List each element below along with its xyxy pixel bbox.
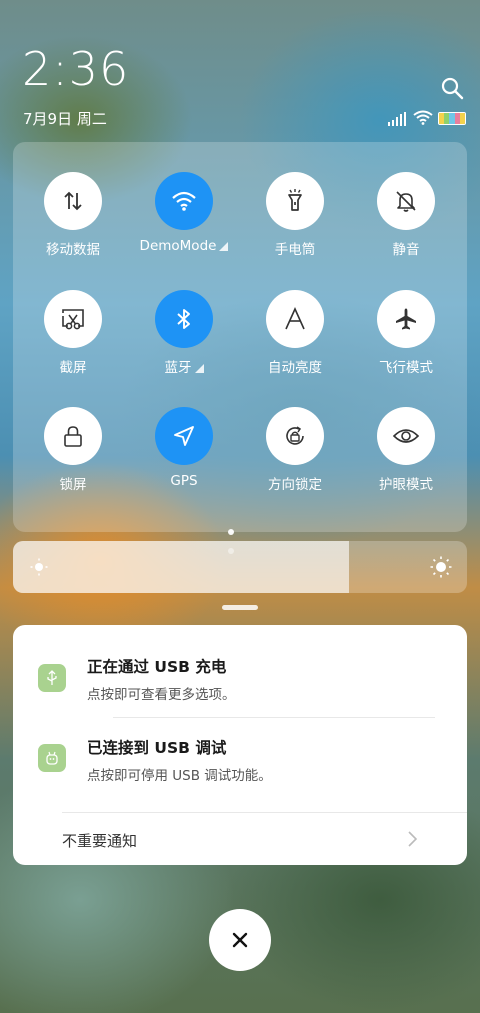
airplane-icon (396, 308, 416, 330)
tile-label: 自动亮度 (268, 360, 322, 376)
expand-indicator-icon (194, 364, 204, 373)
battery-icon (438, 112, 466, 125)
tile-lock[interactable]: 锁屏 (18, 407, 128, 493)
minor-notifications-row[interactable]: 不重要通知 (13, 813, 467, 865)
mobile-data-icon (64, 191, 82, 211)
search-icon[interactable] (440, 76, 464, 100)
tile-label: GPS (170, 473, 198, 489)
tile-label: 方向锁定 (268, 477, 322, 493)
tile-label: 静音 (392, 242, 420, 258)
tile-label: 截屏 (59, 360, 87, 376)
brightness-low-icon (30, 558, 48, 576)
page-indicator (228, 520, 258, 554)
wifi-icon (172, 191, 196, 211)
clear-all-button[interactable] (209, 909, 271, 971)
tile-gps[interactable]: GPS (129, 407, 239, 489)
tile-eye-care[interactable]: 护眼模式 (351, 407, 461, 493)
usb-charge-icon (38, 664, 66, 692)
auto-brightness-icon (285, 307, 305, 330)
tile-screenshot[interactable]: 截屏 (18, 290, 128, 376)
auto-brightness-button[interactable] (266, 290, 324, 348)
page-dot-active (228, 529, 234, 535)
clock: 2:36 (22, 42, 130, 96)
chevron-right-icon (408, 831, 417, 847)
tile-label: 蓝牙 (164, 360, 192, 376)
eye-care-button[interactable] (377, 407, 435, 465)
tile-label-row: 蓝牙 (129, 356, 239, 376)
status-icons (388, 110, 468, 126)
tile-label: 护眼模式 (379, 477, 433, 493)
tile-label: 飞行模式 (379, 360, 433, 376)
tile-label: 手电筒 (274, 242, 316, 258)
tile-wifi[interactable]: DemoMode (129, 172, 239, 254)
flashlight-icon (288, 189, 302, 211)
tile-flashlight[interactable]: 手电筒 (240, 172, 350, 258)
tile-auto-brightness[interactable]: 自动亮度 (240, 290, 350, 376)
drag-handle[interactable] (222, 605, 258, 610)
notification-text: 点按即可停用 USB 调试功能。 (87, 768, 272, 784)
close-icon (232, 932, 248, 948)
tile-rotation-lock[interactable]: 方向锁定 (240, 407, 350, 493)
tile-mobile-data[interactable]: 移动数据 (18, 172, 128, 258)
notification-text: 点按即可查看更多选项。 (87, 687, 236, 703)
bluetooth-icon (177, 309, 190, 329)
brightness-high-icon (430, 556, 452, 578)
eye-icon (392, 429, 420, 443)
notification-card: 正在通过 USB 充电 点按即可查看更多选项。 已连接到 USB 调试 点按即可… (13, 625, 467, 865)
brightness-slider[interactable] (13, 541, 467, 593)
signal-icon (388, 112, 406, 126)
flashlight-button[interactable] (266, 172, 324, 230)
rotation-lock-icon (286, 426, 304, 445)
gps-icon (174, 426, 194, 446)
lock-button[interactable] (44, 407, 102, 465)
android-debug-icon (38, 744, 66, 772)
rotation-lock-button[interactable] (266, 407, 324, 465)
wifi-status-icon (413, 110, 433, 125)
mute-bell-icon (396, 191, 416, 212)
screenshot-button[interactable] (44, 290, 102, 348)
notification-usb-charge[interactable]: 正在通过 USB 充电 点按即可查看更多选项。 (13, 625, 467, 717)
mute-button[interactable] (377, 172, 435, 230)
notification-usb-debug[interactable]: 已连接到 USB 调试 点按即可停用 USB 调试功能。 (13, 718, 467, 810)
tile-mute[interactable]: 静音 (351, 172, 461, 258)
tile-bluetooth[interactable]: 蓝牙 (129, 290, 239, 376)
tile-airplane[interactable]: 飞行模式 (351, 290, 461, 376)
gps-button[interactable] (155, 407, 213, 465)
date-label: 7月9日 周二 (23, 110, 107, 128)
lock-icon (64, 426, 82, 447)
tile-label: DemoMode (139, 238, 217, 254)
mobile-data-button[interactable] (44, 172, 102, 230)
tile-label: 锁屏 (59, 477, 87, 493)
wifi-button[interactable] (155, 172, 213, 230)
brightness-fill (13, 541, 349, 593)
tile-label-row: DemoMode (129, 238, 239, 254)
notification-title: 已连接到 USB 调试 (87, 739, 227, 757)
bluetooth-button[interactable] (155, 290, 213, 348)
expand-indicator-icon (219, 242, 229, 251)
tile-label: 移动数据 (46, 242, 100, 258)
minor-notifications-label: 不重要通知 (62, 832, 138, 850)
screenshot-icon (62, 309, 84, 330)
notification-title: 正在通过 USB 充电 (87, 658, 227, 676)
airplane-button[interactable] (377, 290, 435, 348)
